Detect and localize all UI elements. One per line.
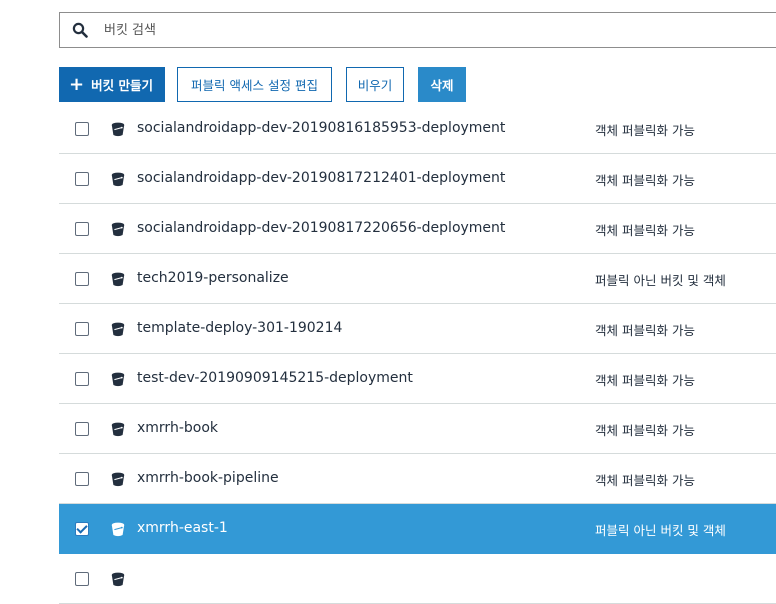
toolbar: + 버킷 만들기 퍼블릭 액세스 설정 편집 비우기 삭제 bbox=[59, 67, 466, 102]
bucket-name-link[interactable]: test-dev-20190909145215-deployment bbox=[137, 370, 413, 386]
table-row[interactable]: xmrrh-book-pipeline 객체 퍼블릭화 가능 bbox=[59, 454, 776, 504]
access-status: 객체 퍼블릭화 가능 bbox=[595, 373, 695, 388]
bucket-search-box[interactable] bbox=[59, 12, 776, 48]
delete-label: 삭제 bbox=[430, 78, 454, 93]
table-row[interactable]: test-dev-20190909145215-deployment 객체 퍼블릭… bbox=[59, 354, 776, 404]
edit-public-access-label: 퍼블릭 액세스 설정 편집 bbox=[191, 78, 318, 93]
bucket-icon bbox=[111, 372, 125, 387]
table-row[interactable]: socialandroidapp-dev-20190817212401-depl… bbox=[59, 154, 776, 204]
row-checkbox[interactable] bbox=[75, 572, 89, 586]
bucket-name-link[interactable]: socialandroidapp-dev-20190816185953-depl… bbox=[137, 120, 505, 136]
bucket-name-link[interactable]: template-deploy-301-190214 bbox=[137, 320, 342, 336]
bucket-icon bbox=[111, 272, 125, 287]
table-row[interactable]: xmrrh-east-1 퍼블릭 아닌 버킷 및 객체 bbox=[59, 504, 776, 554]
access-status: 퍼블릭 아닌 버킷 및 객체 bbox=[595, 523, 726, 538]
table-row[interactable]: tech2019-personalize 퍼블릭 아닌 버킷 및 객체 bbox=[59, 254, 776, 304]
bucket-name-link[interactable]: xmrrh-book bbox=[137, 420, 218, 436]
row-checkbox[interactable] bbox=[75, 122, 89, 136]
access-status: 객체 퍼블릭화 가능 bbox=[595, 223, 695, 238]
plus-icon: + bbox=[69, 73, 85, 95]
access-status: 객체 퍼블릭화 가능 bbox=[595, 323, 695, 338]
row-checkbox[interactable] bbox=[75, 322, 89, 336]
row-checkbox[interactable] bbox=[75, 222, 89, 236]
row-checkbox[interactable] bbox=[75, 422, 89, 436]
bucket-name-link[interactable]: tech2019-personalize bbox=[137, 270, 289, 286]
bucket-icon bbox=[111, 172, 125, 187]
bucket-icon bbox=[111, 572, 125, 587]
bucket-table: socialandroidapp-dev-20190816185953-depl… bbox=[59, 105, 776, 604]
table-row[interactable]: socialandroidapp-dev-20190817220656-depl… bbox=[59, 204, 776, 254]
row-checkbox[interactable] bbox=[75, 522, 89, 536]
access-status: 객체 퍼블릭화 가능 bbox=[595, 173, 695, 188]
bucket-name-link[interactable]: socialandroidapp-dev-20190817212401-depl… bbox=[137, 170, 505, 186]
access-status: 객체 퍼블릭화 가능 bbox=[595, 123, 695, 138]
delete-button[interactable]: 삭제 bbox=[418, 67, 466, 102]
table-row[interactable]: socialandroidapp-dev-20190816185953-depl… bbox=[59, 105, 776, 154]
search-icon bbox=[60, 13, 100, 47]
bucket-icon bbox=[111, 472, 125, 487]
access-status: 퍼블릭 아닌 버킷 및 객체 bbox=[595, 273, 726, 288]
table-row[interactable]: xmrrh-book 객체 퍼블릭화 가능 bbox=[59, 404, 776, 454]
bucket-icon bbox=[111, 422, 125, 437]
bucket-name-link[interactable]: xmrrh-book-pipeline bbox=[137, 470, 279, 486]
empty-label: 비우기 bbox=[357, 78, 393, 93]
empty-button[interactable]: 비우기 bbox=[346, 67, 404, 102]
row-checkbox[interactable] bbox=[75, 172, 89, 186]
row-checkbox[interactable] bbox=[75, 272, 89, 286]
bucket-name-link[interactable]: xmrrh-east-1 bbox=[137, 520, 228, 536]
bucket-icon bbox=[111, 322, 125, 337]
edit-public-access-button[interactable]: 퍼블릭 액세스 설정 편집 bbox=[177, 67, 332, 102]
bucket-name-link[interactable]: socialandroidapp-dev-20190817220656-depl… bbox=[137, 220, 505, 236]
create-bucket-label: 버킷 만들기 bbox=[91, 78, 153, 93]
create-bucket-button[interactable]: + 버킷 만들기 bbox=[59, 67, 165, 102]
table-row[interactable]: template-deploy-301-190214 객체 퍼블릭화 가능 bbox=[59, 304, 776, 354]
table-row[interactable] bbox=[59, 554, 776, 604]
search-input[interactable] bbox=[100, 22, 708, 38]
row-checkbox[interactable] bbox=[75, 372, 89, 386]
bucket-icon bbox=[111, 122, 125, 137]
access-status: 객체 퍼블릭화 가능 bbox=[595, 473, 695, 488]
bucket-icon bbox=[111, 222, 125, 237]
bucket-icon bbox=[111, 522, 125, 537]
row-checkbox[interactable] bbox=[75, 472, 89, 486]
access-status: 객체 퍼블릭화 가능 bbox=[595, 423, 695, 438]
